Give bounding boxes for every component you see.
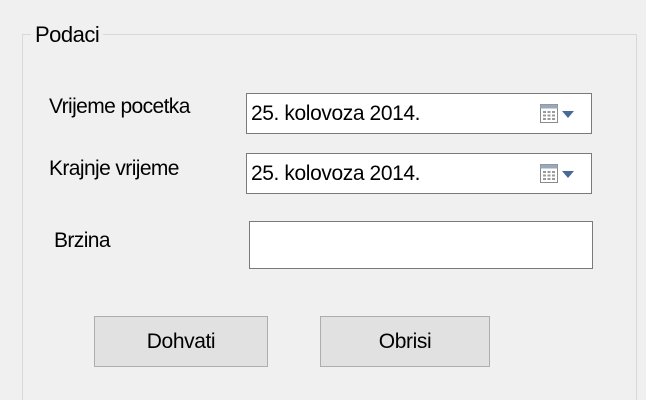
end-time-value: 25. kolovoza 2014. (251, 162, 421, 185)
calendar-dropdown-icon[interactable] (539, 103, 583, 125)
groupbox-title: Podaci (31, 22, 104, 48)
delete-button[interactable]: Obrisi (320, 316, 490, 367)
fetch-button[interactable]: Dohvati (94, 316, 268, 367)
start-time-datepicker[interactable]: 25. kolovoza 2014. (246, 93, 592, 134)
speed-input[interactable] (249, 221, 593, 269)
start-time-value: 25. kolovoza 2014. (251, 102, 421, 125)
end-time-datepicker[interactable]: 25. kolovoza 2014. (246, 153, 592, 194)
end-time-label: Krajnje vrijeme (49, 157, 179, 180)
calendar-dropdown-icon[interactable] (539, 163, 583, 185)
speed-label: Brzina (54, 229, 111, 252)
start-time-label: Vrijeme pocetka (49, 95, 190, 118)
